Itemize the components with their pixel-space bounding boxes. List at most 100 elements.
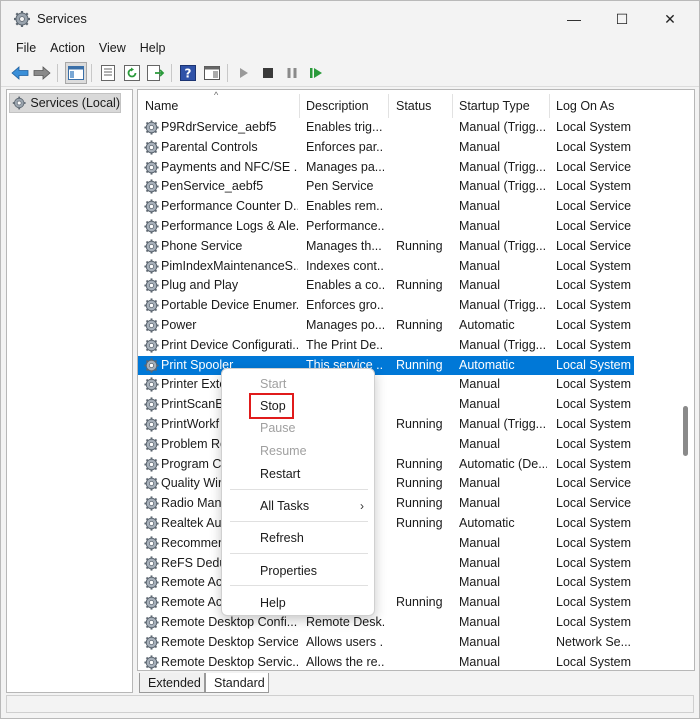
service-startup-type: Manual	[459, 555, 500, 570]
table-row[interactable]: Portable Device Enumer... Enforces gro...…	[138, 296, 634, 316]
table-row[interactable]: Print Device Configurati... The Print De.…	[138, 336, 634, 356]
service-name: Performance Logs & Ale...	[161, 219, 298, 233]
restart-service-button[interactable]	[305, 62, 327, 84]
table-row[interactable]: Quality Wir Running Manual Local Service	[138, 474, 634, 494]
service-status	[396, 534, 451, 554]
ctx-properties[interactable]: Properties	[230, 560, 368, 582]
tree-item-services-local[interactable]: Services (Local)	[9, 93, 121, 113]
service-description: Allows the re...	[306, 654, 384, 669]
show-action-pane-button[interactable]	[201, 62, 223, 84]
service-description: The Print De...	[306, 337, 384, 352]
service-startup-type: Manual	[459, 397, 500, 412]
table-row[interactable]: Radio Man Running Manual Local Service	[138, 494, 634, 514]
table-row[interactable]: Performance Logs & Ale... Performance... M…	[138, 217, 634, 237]
scrollbar-thumb[interactable]	[683, 406, 688, 456]
forward-button[interactable]	[31, 62, 53, 84]
table-row[interactable]: Remote Desktop Confi... Remote Desk... Man…	[138, 613, 634, 633]
table-row[interactable]: Printer Exte Manual Local System	[138, 375, 634, 395]
table-row[interactable]: Remote Acc Running Manual Local System	[138, 593, 634, 613]
table-row[interactable]: Problem Re Manual Local System	[138, 435, 634, 455]
pause-service-button[interactable]	[281, 62, 303, 84]
table-row[interactable]: Power Manages po... Running Automatic Local …	[138, 316, 634, 336]
table-row[interactable]: Realtek Auc Running Automatic Local System	[138, 514, 634, 534]
refresh-toolbar-button[interactable]	[121, 62, 143, 84]
console-tree-icon	[68, 66, 84, 80]
service-log-on-as: Local Service	[556, 159, 632, 174]
minimize-button[interactable]: —	[551, 1, 597, 37]
toolbar-separator	[91, 64, 92, 82]
menu-view[interactable]: View	[92, 41, 133, 55]
tab-standard[interactable]: Standard	[205, 673, 269, 693]
ctx-all-tasks[interactable]: All Tasks ›	[230, 495, 368, 517]
ctx-restart[interactable]: Restart	[230, 463, 368, 485]
tab-extended[interactable]: Extended	[139, 673, 205, 693]
service-log-on-as: Local System	[556, 337, 632, 352]
close-button[interactable]: ✕	[647, 1, 693, 37]
menu-action[interactable]: Action	[43, 41, 92, 55]
service-description: Manages pa...	[306, 159, 384, 174]
table-row[interactable]: Remote Desktop Servic... Allows the re...…	[138, 653, 634, 670]
table-row[interactable]: PenService_aebf5 Pen Service Manual (Trigg…	[138, 177, 634, 197]
service-description: Allows users ...	[306, 634, 384, 649]
service-gear-icon	[143, 475, 160, 492]
table-row[interactable]: Remote Acc Manual Local System	[138, 573, 634, 593]
service-gear-icon	[143, 258, 160, 275]
refresh-icon	[124, 65, 140, 81]
service-gear-icon	[143, 277, 160, 294]
column-header-log-on-as[interactable]: Log On As	[549, 90, 639, 118]
table-row[interactable]: Remote Desktop Services Allows users ... M…	[138, 633, 634, 653]
back-button[interactable]	[9, 62, 31, 84]
service-log-on-as: Local System	[556, 258, 632, 273]
table-row[interactable]: Performance Counter D... Enables rem... Ma…	[138, 197, 634, 217]
service-log-on-as: Local System	[556, 654, 632, 669]
help-toolbar-button[interactable]: ?	[177, 62, 199, 84]
service-status	[396, 217, 451, 237]
table-row[interactable]: Recommen Manual Local System	[138, 534, 634, 554]
maximize-button[interactable]: ☐	[599, 1, 645, 37]
menu-file[interactable]: File	[9, 41, 43, 55]
vertical-scrollbar[interactable]	[678, 90, 694, 670]
menu-help[interactable]: Help	[133, 41, 173, 55]
table-row[interactable]: PimIndexMaintenanceS... Indexes cont... Ma…	[138, 257, 634, 277]
column-header-description[interactable]: Description	[299, 90, 388, 118]
service-log-on-as: Local Service	[556, 238, 632, 253]
service-startup-type: Manual (Trigg...	[459, 179, 547, 194]
service-gear-icon	[143, 436, 160, 453]
service-gear-icon	[143, 634, 160, 651]
service-gear-icon	[143, 416, 160, 433]
table-row[interactable]: Phone Service Manages th... Running Manual …	[138, 237, 634, 257]
service-log-on-as: Local System	[556, 397, 632, 412]
start-service-button[interactable]	[233, 62, 255, 84]
table-row[interactable]: PrintWorkf Running Manual (Trigg... Local S…	[138, 415, 634, 435]
service-startup-type: Automatic	[459, 357, 515, 372]
table-row[interactable]: P9RdrService_aebf5 Enables trig... Manual …	[138, 118, 634, 138]
service-gear-icon	[143, 357, 160, 374]
column-header-status[interactable]: Status	[389, 90, 452, 118]
export-list-button[interactable]	[145, 62, 167, 84]
table-row[interactable]: Print Spooler This service ... Running Auto…	[138, 355, 634, 376]
column-header-name[interactable]: Name	[138, 90, 298, 118]
toolbar-separator	[171, 64, 172, 82]
stop-highlight-box	[249, 393, 294, 419]
table-row[interactable]: ReFS Dedu Manual Local System	[138, 554, 634, 574]
service-log-on-as: Local Service	[556, 219, 632, 233]
table-row[interactable]: Program Co Running Automatic (De... Local S…	[138, 455, 634, 475]
stop-service-button[interactable]	[257, 62, 279, 84]
service-name: Portable Device Enumer...	[161, 298, 298, 313]
ctx-help[interactable]: Help	[230, 592, 368, 614]
service-startup-type: Manual (Trigg...	[459, 298, 547, 313]
service-description: Indexes cont...	[306, 258, 384, 273]
table-row[interactable]: Parental Controls Enforces par... Manual Lo…	[138, 138, 634, 158]
table-row[interactable]: PrintScanBr Manual Local System	[138, 395, 634, 415]
show-hide-console-tree-button[interactable]	[65, 62, 87, 84]
table-row[interactable]: Payments and NFC/SE ... Manages pa... Manu…	[138, 158, 634, 178]
column-header-startup-type[interactable]: Startup Type	[452, 90, 549, 118]
service-status	[396, 633, 451, 653]
service-startup-type: Manual	[459, 615, 500, 629]
properties-toolbar-button[interactable]	[97, 62, 119, 84]
service-startup-type: Manual	[459, 139, 500, 154]
toolbar-separator	[227, 64, 228, 82]
service-log-on-as: Local System	[556, 318, 632, 332]
table-row[interactable]: Plug and Play Enables a co... Running Manua…	[138, 276, 634, 296]
ctx-refresh[interactable]: Refresh	[230, 527, 368, 549]
